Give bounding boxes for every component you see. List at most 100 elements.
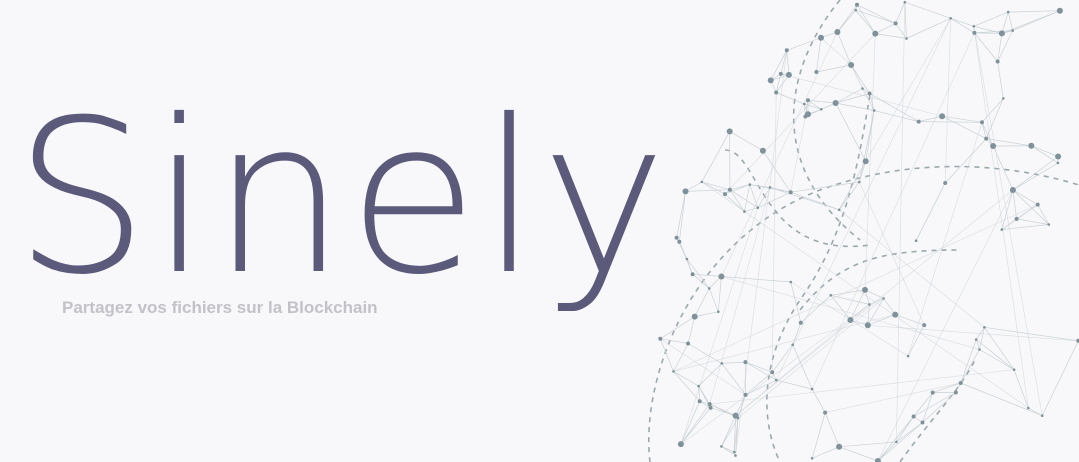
network-node bbox=[862, 286, 868, 293]
network-link bbox=[673, 371, 699, 387]
network-node bbox=[686, 341, 691, 346]
network-link bbox=[694, 288, 710, 317]
network-link bbox=[1016, 204, 1038, 220]
network-node bbox=[734, 454, 737, 457]
network-link bbox=[1008, 10, 1060, 13]
network-node bbox=[990, 143, 997, 149]
network-link bbox=[867, 314, 896, 326]
network-node bbox=[784, 48, 789, 53]
network-node bbox=[658, 336, 663, 341]
network-node bbox=[768, 186, 772, 189]
network-node bbox=[690, 272, 695, 277]
network-link bbox=[1031, 145, 1059, 164]
network-node bbox=[1028, 142, 1035, 149]
network-node bbox=[775, 378, 778, 382]
network-link bbox=[735, 189, 1014, 416]
network-node bbox=[756, 206, 760, 209]
network-link bbox=[744, 207, 758, 212]
network-node bbox=[972, 30, 977, 35]
tagline: Partagez vos fichiers sur la Blockchain bbox=[62, 298, 378, 317]
network-node bbox=[788, 190, 793, 195]
network-node bbox=[672, 370, 675, 373]
network-link bbox=[729, 131, 764, 152]
network-link bbox=[1012, 189, 1017, 219]
network-link bbox=[811, 388, 826, 413]
network-link bbox=[680, 304, 870, 445]
network-node bbox=[949, 17, 952, 20]
network-link bbox=[680, 403, 710, 445]
network-node bbox=[911, 414, 916, 419]
network-link bbox=[974, 32, 1002, 34]
network-link bbox=[721, 361, 746, 364]
network-link bbox=[678, 241, 693, 275]
network-node bbox=[1056, 7, 1063, 14]
network-link bbox=[745, 361, 773, 373]
network-node bbox=[707, 402, 712, 407]
network-node bbox=[708, 405, 713, 410]
network-node bbox=[1011, 29, 1014, 32]
network-node bbox=[847, 317, 854, 323]
network-node bbox=[914, 239, 918, 242]
network-node bbox=[939, 113, 946, 120]
network-node bbox=[743, 360, 748, 365]
network-node bbox=[691, 313, 698, 320]
network-node bbox=[995, 59, 1000, 64]
network-node bbox=[700, 180, 704, 184]
network-node bbox=[916, 119, 921, 124]
network-node bbox=[674, 235, 679, 240]
network-link bbox=[907, 122, 983, 357]
network-link bbox=[979, 349, 1015, 371]
network-link bbox=[960, 382, 1043, 417]
network-node bbox=[858, 180, 861, 184]
network-link bbox=[835, 93, 870, 104]
network-link bbox=[867, 324, 1079, 342]
network-node bbox=[1047, 223, 1051, 226]
network-node bbox=[820, 108, 823, 111]
network-link bbox=[918, 121, 983, 123]
network-link bbox=[1041, 340, 1079, 416]
network-node bbox=[1006, 10, 1010, 14]
network-node bbox=[818, 34, 824, 41]
network-link bbox=[790, 181, 860, 193]
network-link bbox=[709, 187, 771, 405]
network-node bbox=[778, 71, 783, 76]
network-link bbox=[744, 184, 751, 212]
network-link bbox=[1007, 12, 1014, 31]
network-link bbox=[838, 209, 985, 328]
network-link bbox=[660, 316, 695, 340]
network-node bbox=[1012, 368, 1016, 372]
network-node bbox=[726, 128, 733, 135]
network-link bbox=[975, 339, 1015, 370]
network-node bbox=[980, 120, 984, 125]
network-link bbox=[686, 258, 710, 289]
network-node bbox=[983, 326, 986, 329]
network-link bbox=[850, 64, 863, 89]
network-link bbox=[944, 18, 952, 184]
network-node bbox=[868, 303, 871, 306]
network-link bbox=[837, 31, 852, 66]
network-link bbox=[786, 50, 790, 75]
network-node bbox=[834, 29, 841, 35]
network-link bbox=[895, 2, 906, 24]
network-node bbox=[832, 100, 839, 106]
network-link bbox=[762, 150, 791, 193]
network-link bbox=[792, 322, 802, 345]
network-node bbox=[1035, 202, 1040, 207]
network-node bbox=[774, 90, 779, 95]
network-node bbox=[895, 440, 898, 444]
network-node bbox=[770, 370, 775, 375]
network-node bbox=[697, 399, 702, 404]
network-link bbox=[820, 37, 852, 66]
network-node bbox=[707, 287, 711, 290]
network-link bbox=[877, 422, 923, 462]
network-link bbox=[839, 441, 897, 448]
network-link bbox=[769, 187, 840, 211]
network-link bbox=[1037, 204, 1050, 225]
network-link bbox=[997, 61, 1004, 99]
network-link bbox=[877, 441, 897, 462]
network-node bbox=[905, 37, 908, 40]
network-link bbox=[676, 191, 686, 238]
network-globe-icon bbox=[648, 0, 1079, 462]
network-link bbox=[660, 338, 746, 396]
network-node bbox=[791, 343, 794, 347]
